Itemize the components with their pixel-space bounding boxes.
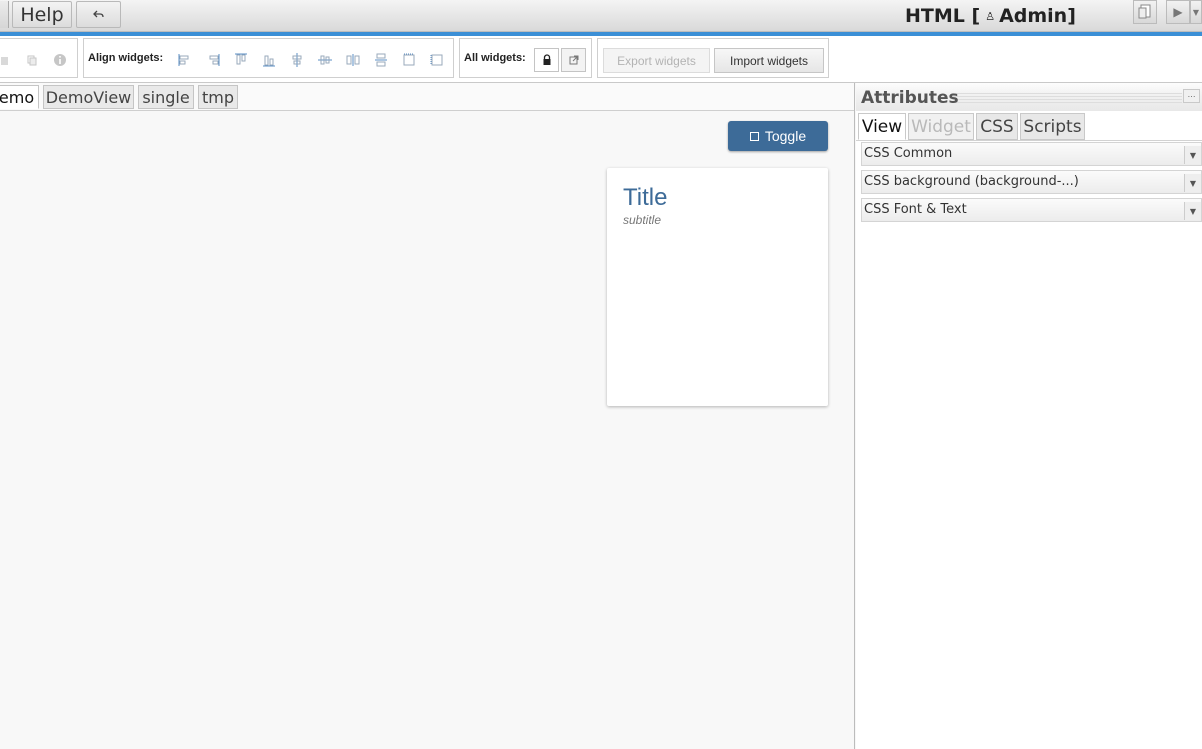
view-canvas: emo DemoView single tmp Toggle Title sub… (0, 83, 855, 749)
tab-label: emo (0, 87, 35, 107)
align-widgets-label: Align widgets: (88, 52, 164, 64)
section-css-font-text[interactable]: CSS Font & Text ▼ (861, 198, 1202, 222)
chevron-down-icon[interactable]: ▼ (1184, 174, 1201, 192)
help-menu[interactable]: Help (12, 1, 72, 28)
view-tabs: emo DemoView single tmp (0, 83, 854, 111)
user-icon: ♙ (985, 9, 996, 23)
card-widget[interactable]: Title subtitle (607, 168, 828, 406)
all-widgets-group: All widgets: (459, 38, 592, 78)
tab-css[interactable]: CSS (976, 113, 1018, 140)
run-dropdown[interactable]: ▼ (1190, 0, 1202, 24)
lock-widgets-button[interactable] (534, 48, 559, 72)
card-title: Title (623, 184, 668, 211)
section-css-common[interactable]: CSS Common ▼ (861, 142, 1202, 166)
panel-menu-button[interactable]: ⋯ (1183, 89, 1200, 103)
dots-icon: ⋯ (1187, 91, 1196, 101)
delete-icon[interactable] (0, 49, 15, 71)
align-top-icon[interactable] (230, 49, 252, 71)
lock-icon (543, 54, 550, 65)
toggle-widget-button[interactable]: Toggle (728, 121, 828, 151)
undo-button[interactable] (76, 1, 121, 28)
app-title: HTML [ ♙ Admin] (905, 3, 1076, 29)
distribute-horizontal-icon[interactable] (342, 49, 364, 71)
section-css-background[interactable]: CSS background (background-...) ▼ (861, 170, 1202, 194)
chevron-down-icon[interactable]: ▼ (1184, 202, 1201, 220)
export-widgets-button[interactable]: Export widgets (603, 48, 710, 73)
import-widgets-label: Import widgets (729, 53, 809, 68)
import-widgets-button[interactable]: Import widgets (714, 48, 824, 73)
external-link-icon (569, 55, 578, 65)
preview-button[interactable] (1133, 0, 1157, 24)
info-icon[interactable] (49, 49, 71, 71)
export-widgets-label: Export widgets (617, 53, 696, 68)
menu-item-partial[interactable] (0, 1, 9, 28)
run-button[interactable]: ▶ (1166, 0, 1190, 24)
tab-label: DemoView (45, 87, 132, 107)
align-widgets-group: Align widgets: (83, 38, 454, 78)
tab-view[interactable]: View (858, 113, 906, 140)
align-center-vertical-icon[interactable] (314, 49, 336, 71)
same-width-icon[interactable] (398, 49, 420, 71)
align-left-icon[interactable] (174, 49, 196, 71)
tab-label: tmp (201, 87, 234, 107)
document-icon (1138, 4, 1151, 19)
open-external-button[interactable] (561, 48, 586, 72)
toolbar: Align widgets: All widgets: Export widge… (0, 36, 1202, 83)
undo-icon (92, 10, 104, 17)
tab-view-demo[interactable]: emo (0, 85, 39, 109)
card-subtitle: subtitle (623, 213, 662, 227)
tab-scripts[interactable]: Scripts (1020, 113, 1085, 140)
align-bottom-icon[interactable] (258, 49, 280, 71)
help-menu-label: Help (20, 3, 64, 26)
tab-label: Widget (911, 116, 971, 137)
attributes-tabs: View Widget CSS Scripts (856, 112, 1202, 141)
tab-widget[interactable]: Widget (908, 113, 974, 140)
menu-bar: Help HTML [ ♙ Admin] ▶ ▼ (0, 0, 1202, 32)
section-label: CSS background (background-...) (864, 174, 1079, 189)
tab-label: CSS (980, 116, 1014, 137)
checkbox-icon (749, 131, 759, 141)
tab-view-single[interactable]: single (138, 85, 194, 109)
tab-view-tmp[interactable]: tmp (198, 85, 238, 109)
section-label: CSS Font & Text (864, 202, 967, 217)
user-name: Admin] (999, 5, 1076, 27)
export-import-group: Export widgets Import widgets (597, 38, 829, 78)
toggle-label: Toggle (764, 128, 807, 144)
chevron-down-icon[interactable]: ▼ (1184, 146, 1201, 164)
copy-icon[interactable] (21, 49, 43, 71)
align-center-horizontal-icon[interactable] (286, 49, 308, 71)
widget-actions-group (0, 38, 78, 78)
tab-label: Scripts (1023, 116, 1082, 137)
app-title-text: HTML [ (905, 5, 981, 27)
attributes-header: Attributes ⋯ (856, 83, 1202, 111)
all-widgets-label: All widgets: (464, 52, 526, 64)
play-icon: ▶ (1173, 5, 1183, 19)
tab-label: View (861, 116, 903, 137)
header-grip (952, 93, 1182, 103)
distribute-vertical-icon[interactable] (370, 49, 392, 71)
same-height-icon[interactable] (426, 49, 448, 71)
attributes-panel: Attributes ⋯ View Widget CSS Scripts CSS… (856, 83, 1202, 749)
section-label: CSS Common (864, 146, 953, 161)
attributes-title: Attributes (861, 88, 959, 108)
chevron-down-icon: ▼ (1192, 7, 1200, 17)
align-right-icon[interactable] (202, 49, 224, 71)
tab-view-demoview[interactable]: DemoView (43, 85, 134, 109)
tab-label: single (142, 87, 190, 107)
